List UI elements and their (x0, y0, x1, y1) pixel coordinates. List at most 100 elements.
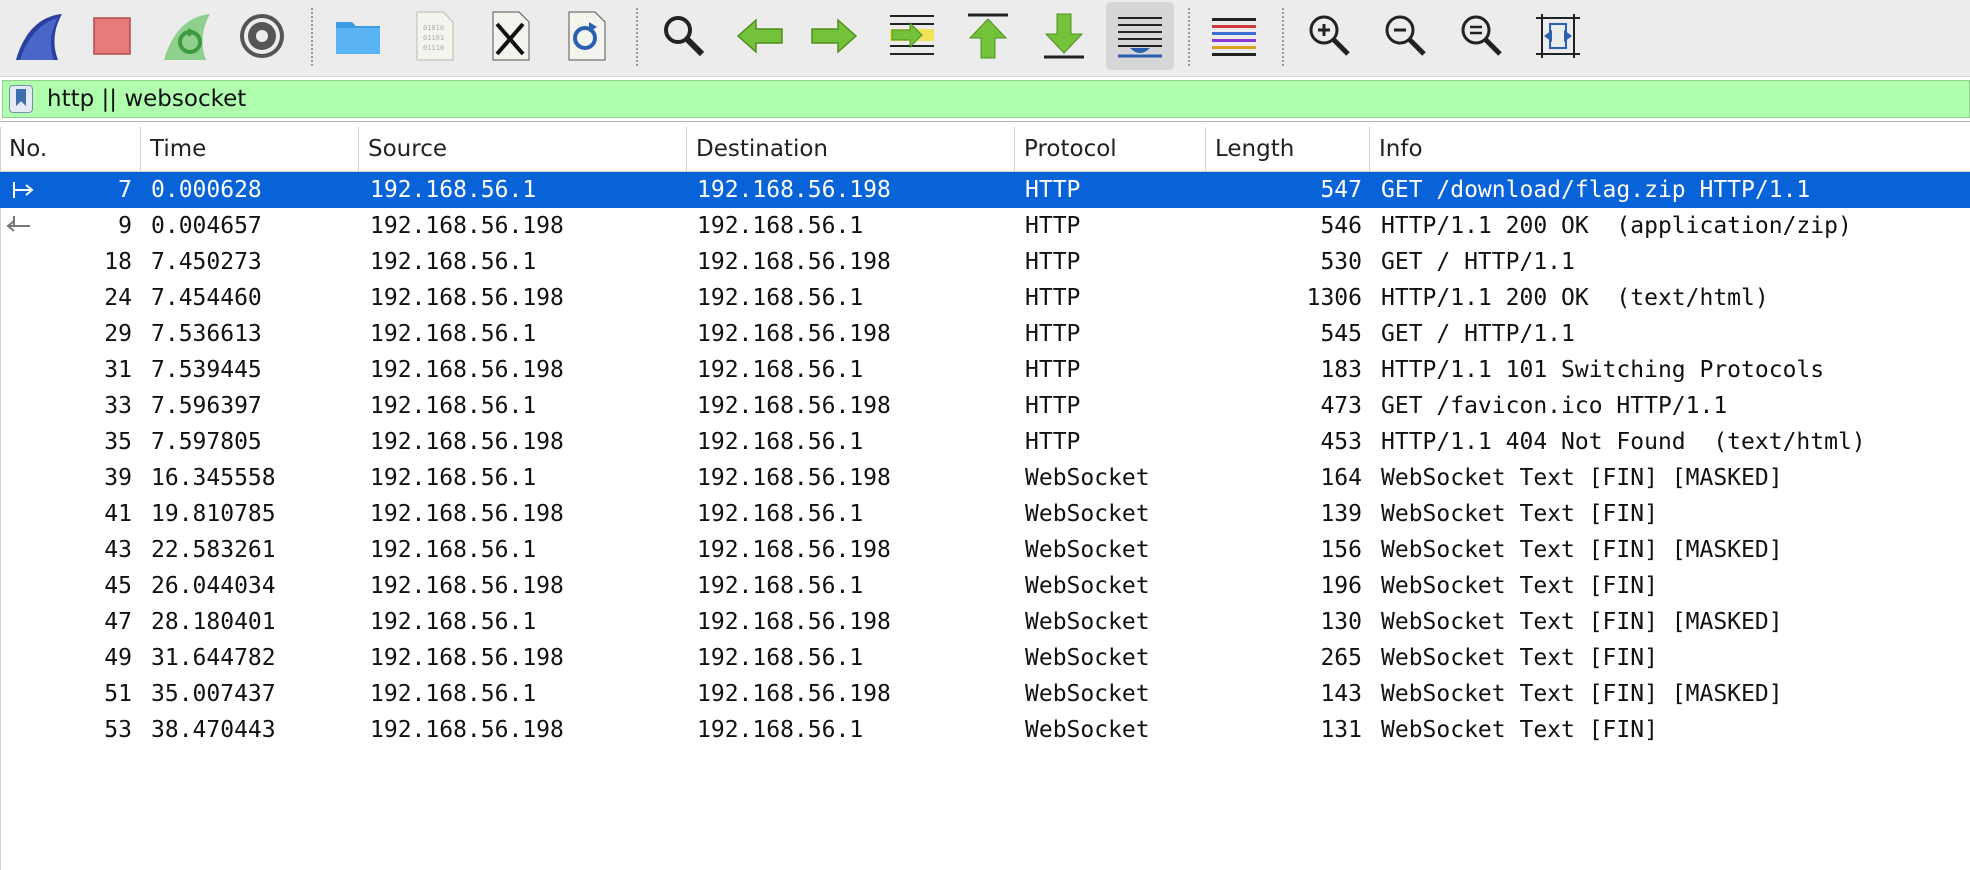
column-header-destination[interactable]: Destination (687, 127, 1015, 171)
packet-number: 33 (104, 393, 132, 419)
packet-row[interactable]: 33 7.596397 192.168.56.1 192.168.56.198 HTTP… (0, 388, 1970, 424)
packet-length: 546 (1320, 213, 1362, 239)
packet-time: 7.536613 (151, 321, 262, 347)
packet-info: WebSocket Text [FIN] [MASKED] (1381, 537, 1783, 563)
packet-row[interactable]: 9 0.004657 192.168.56.198 192.168.56.1 HTTP 5… (0, 208, 1970, 244)
packet-time: 7.596397 (151, 393, 262, 419)
folder-icon[interactable] (324, 2, 392, 70)
packet-source: 192.168.56.198 (370, 213, 564, 239)
packet-source: 192.168.56.1 (370, 393, 537, 419)
restart-capture-icon[interactable] (152, 2, 220, 70)
packet-row[interactable]: 31 7.539445 192.168.56.198 192.168.56.1 HTTP… (0, 352, 1970, 388)
packet-row[interactable]: 51 35.007437 192.168.56.1 192.168.56.198 Web… (0, 676, 1970, 712)
auto-scroll-icon[interactable] (1106, 2, 1174, 70)
packet-row[interactable]: 53 38.470443 192.168.56.198 192.168.56.1 Web… (0, 712, 1970, 748)
packet-info: HTTP/1.1 200 OK (text/html) (1381, 285, 1769, 311)
packet-row[interactable]: 45 26.044034 192.168.56.198 192.168.56.1 Web… (0, 568, 1970, 604)
column-header-no[interactable]: No. (0, 127, 141, 171)
packet-length: 183 (1320, 357, 1362, 383)
colorize-icon[interactable] (1200, 2, 1268, 70)
request-arrow-icon (13, 182, 34, 198)
packet-row[interactable]: 43 22.583261 192.168.56.1 192.168.56.198 Web… (0, 532, 1970, 568)
packet-time: 7.450273 (151, 249, 262, 275)
column-header-source[interactable]: Source (359, 127, 687, 171)
packet-length: 545 (1320, 321, 1362, 347)
packet-length: 164 (1320, 465, 1362, 491)
packet-row[interactable]: 39 16.345558 192.168.56.1 192.168.56.198 Web… (0, 460, 1970, 496)
packet-length: 196 (1320, 573, 1362, 599)
main-toolbar: 01010 01101 01110 (0, 0, 1970, 77)
column-header-length[interactable]: Length (1206, 127, 1370, 171)
packet-row[interactable]: 35 7.597805 192.168.56.198 192.168.56.1 HTTP… (0, 424, 1970, 460)
search-icon[interactable] (650, 2, 718, 70)
packet-protocol: HTTP (1025, 357, 1081, 383)
packet-length: 131 (1320, 717, 1362, 743)
packet-protocol: WebSocket (1025, 501, 1150, 527)
packet-protocol: HTTP (1025, 429, 1081, 455)
packet-row[interactable]: 24 7.454460 192.168.56.198 192.168.56.1 HTTP… (0, 280, 1970, 316)
bookmark-icon[interactable] (9, 85, 33, 113)
packet-destination: 192.168.56.198 (697, 249, 891, 275)
packet-length: 547 (1320, 177, 1362, 203)
resize-columns-icon[interactable] (1524, 2, 1592, 70)
shark-fin-icon[interactable] (4, 2, 72, 70)
packet-row[interactable]: 49 31.644782 192.168.56.198 192.168.56.1 Web… (0, 640, 1970, 676)
packet-protocol: HTTP (1025, 249, 1081, 275)
packet-row[interactable]: 7 0.000628 192.168.56.1 192.168.56.198 HTTP 5… (0, 172, 1970, 208)
packet-time: 31.644782 (151, 645, 276, 671)
zoom-out-icon[interactable] (1372, 2, 1440, 70)
save-file-icon[interactable]: 01010 01101 01110 (400, 2, 468, 70)
go-to-packet-icon[interactable] (878, 2, 946, 70)
arrow-down-icon[interactable] (1030, 2, 1098, 70)
packet-source: 192.168.56.198 (370, 717, 564, 743)
display-filter-input[interactable]: http || websocket (47, 85, 246, 113)
arrow-up-icon[interactable] (954, 2, 1022, 70)
packet-destination: 192.168.56.198 (697, 465, 891, 491)
packet-source: 192.168.56.198 (370, 429, 564, 455)
packet-info: WebSocket Text [FIN] [MASKED] (1381, 465, 1783, 491)
close-file-icon[interactable] (476, 2, 544, 70)
packet-number: 41 (104, 501, 132, 527)
packet-row[interactable]: 41 19.810785 192.168.56.198 192.168.56.1 Web… (0, 496, 1970, 532)
packet-source: 192.168.56.198 (370, 501, 564, 527)
packet-number: 31 (104, 357, 132, 383)
packet-time: 7.539445 (151, 357, 262, 383)
stop-capture-icon[interactable] (78, 2, 146, 70)
zoom-in-icon[interactable] (1296, 2, 1364, 70)
packet-row[interactable]: 47 28.180401 192.168.56.1 192.168.56.198 Web… (0, 604, 1970, 640)
column-header-protocol[interactable]: Protocol (1015, 127, 1206, 171)
packet-number: 49 (104, 645, 132, 671)
reload-file-icon[interactable] (552, 2, 620, 70)
packet-info: WebSocket Text [FIN] (1381, 717, 1658, 743)
packet-list-header: No. Time Source Destination Protocol Len… (0, 127, 1970, 172)
packet-number: 7 (118, 177, 132, 203)
packet-info: HTTP/1.1 101 Switching Protocols (1381, 357, 1825, 383)
packet-row[interactable]: 29 7.536613 192.168.56.1 192.168.56.198 HTTP… (0, 316, 1970, 352)
svg-text:01110: 01110 (423, 44, 444, 52)
packet-protocol: WebSocket (1025, 717, 1150, 743)
packet-number: 51 (104, 681, 132, 707)
packet-protocol: HTTP (1025, 177, 1081, 203)
packet-time: 35.007437 (151, 681, 276, 707)
column-header-time[interactable]: Time (141, 127, 359, 171)
packet-source: 192.168.56.198 (370, 645, 564, 671)
packet-protocol: WebSocket (1025, 573, 1150, 599)
packet-time: 22.583261 (151, 537, 276, 563)
packet-destination: 192.168.56.1 (697, 213, 864, 239)
packet-source: 192.168.56.1 (370, 681, 537, 707)
packet-destination: 192.168.56.1 (697, 573, 864, 599)
packet-destination: 192.168.56.1 (697, 429, 864, 455)
column-header-info[interactable]: Info (1370, 127, 1970, 171)
packet-source: 192.168.56.1 (370, 465, 537, 491)
packet-number: 18 (104, 249, 132, 275)
packet-length: 473 (1320, 393, 1362, 419)
packet-destination: 192.168.56.198 (697, 393, 891, 419)
packet-number: 24 (104, 285, 132, 311)
packet-row[interactable]: 18 7.450273 192.168.56.1 192.168.56.198 HTTP… (0, 244, 1970, 280)
packet-number: 9 (118, 213, 132, 239)
packet-length: 1306 (1306, 285, 1362, 311)
arrow-left-icon[interactable] (726, 2, 794, 70)
gear-icon[interactable] (228, 2, 296, 70)
zoom-reset-icon[interactable] (1448, 2, 1516, 70)
arrow-right-icon[interactable] (800, 2, 868, 70)
